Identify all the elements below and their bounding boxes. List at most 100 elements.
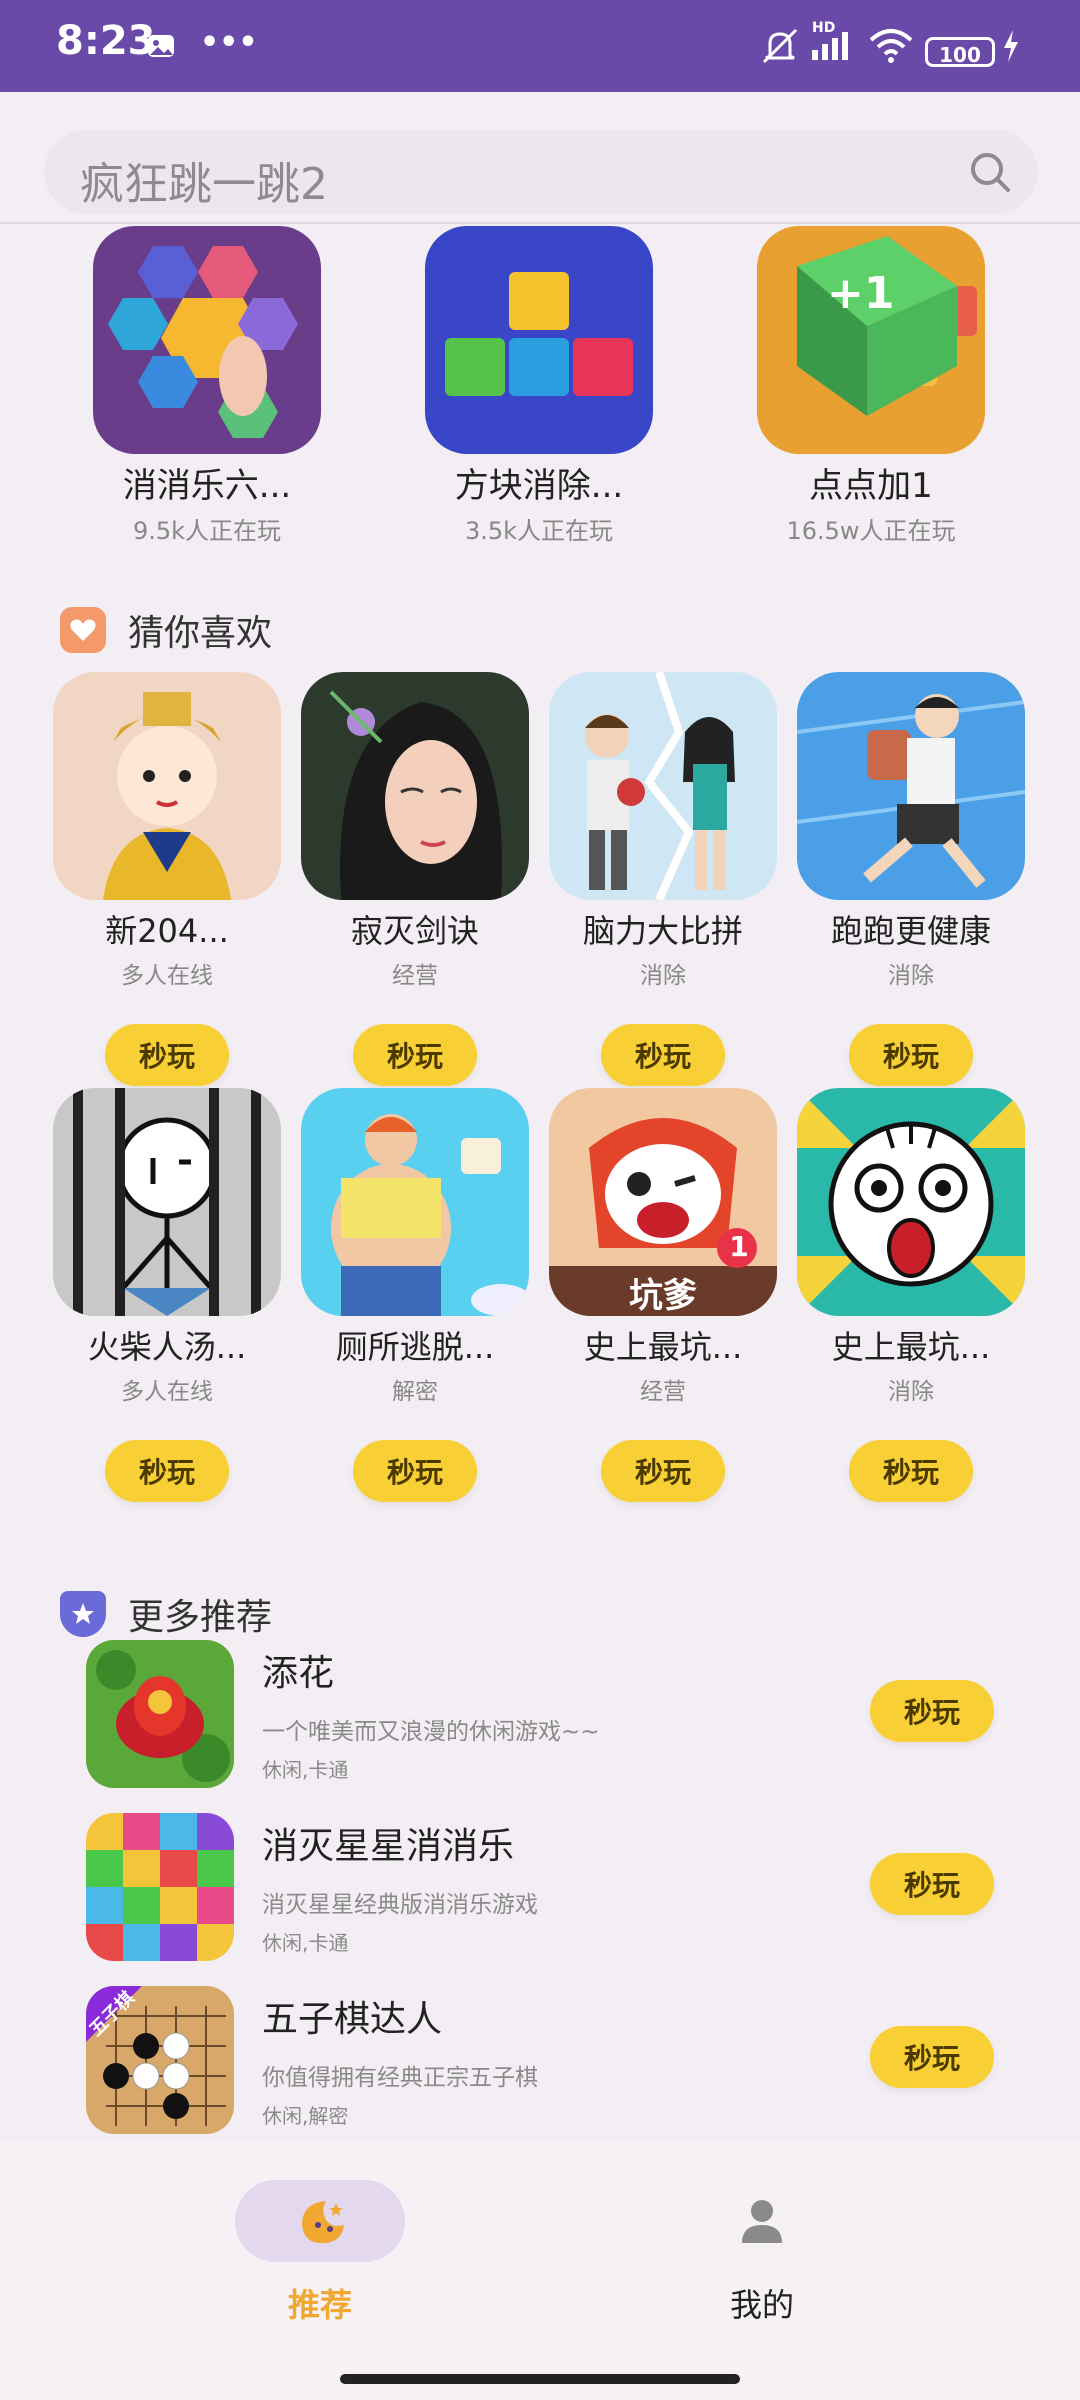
game-name: 史上最坑... — [583, 1328, 743, 1366]
game-icon-runner[interactable] — [797, 672, 1025, 900]
gallery-notification-icon — [146, 24, 176, 68]
game-card[interactable]: 厕所逃脱... 解密 秒玩 — [300, 1088, 530, 1502]
game-icon-gomoku[interactable]: 五子棋 — [86, 1986, 234, 2134]
tab-label: 我的 — [729, 2286, 794, 2324]
heart-icon — [60, 607, 106, 653]
game-card[interactable]: 脑力大比拼 消除 秒玩 — [548, 672, 778, 1086]
game-name: 火柴人汤... — [87, 1328, 247, 1366]
instant-play-button[interactable]: 秒玩 — [849, 1024, 973, 1086]
top-game-item[interactable]: 消消乐六... 9.5k人正在玩 — [92, 226, 322, 546]
star-badge-icon — [60, 1591, 106, 1637]
mine-tab-area — [677, 2180, 847, 2262]
game-tag: 经营 — [392, 963, 438, 989]
charging-icon — [1002, 24, 1020, 68]
game-icon-palace-lady[interactable] — [53, 672, 281, 900]
game-icon-lion-dance[interactable]: 坑爹 1 — [549, 1088, 777, 1316]
game-tags: 休闲,解密 — [262, 2104, 349, 2128]
game-title: 五子棋达人 — [262, 1999, 443, 2040]
battery-indicator: 100 — [925, 37, 995, 67]
tab-recommend[interactable]: 推荐 — [210, 2180, 430, 2326]
game-name: 点点加1 — [809, 466, 933, 506]
mute-icon — [758, 24, 802, 68]
game-card[interactable]: 史上最坑... 消除 秒玩 — [796, 1088, 1026, 1502]
game-icon-blocks[interactable] — [425, 226, 653, 454]
game-tags: 休闲,卡通 — [262, 1758, 349, 1782]
game-description: 一个唯美而又浪漫的休闲游戏~~ — [262, 1719, 600, 1745]
more-notifications-icon: ••• — [200, 24, 258, 60]
game-icon-shocked-face[interactable] — [797, 1088, 1025, 1316]
list-item[interactable]: 消灭星星消消乐 消灭星星经典版消消乐游戏 休闲,卡通 秒玩 — [86, 1813, 1006, 1963]
game-name: 史上最坑... — [831, 1328, 991, 1366]
svg-text:+1: +1 — [827, 268, 894, 319]
instant-play-button[interactable]: 秒玩 — [849, 1440, 973, 1502]
game-icon-swordswoman[interactable] — [301, 672, 529, 900]
wifi-icon — [868, 24, 914, 68]
instant-play-button[interactable]: 秒玩 — [105, 1440, 229, 1502]
instant-play-button[interactable]: 秒玩 — [353, 1024, 477, 1086]
game-tag: 消除 — [640, 963, 686, 989]
instant-play-button[interactable]: 秒玩 — [870, 1680, 994, 1742]
game-players: 9.5k人正在玩 — [132, 517, 282, 545]
game-icon-couple[interactable] — [549, 672, 777, 900]
header-divider — [0, 222, 1080, 224]
game-description: 消灭星星经典版消消乐游戏 — [262, 1892, 538, 1918]
game-icon-pop-star[interactable] — [86, 1813, 234, 1961]
game-card[interactable]: 跑跑更健康 消除 秒玩 — [796, 672, 1026, 1086]
moon-face-icon — [302, 2201, 344, 2244]
signal-icon: HD — [810, 20, 860, 64]
search-bar[interactable]: 疯狂跳一跳2 — [44, 130, 1038, 214]
game-tag: 多人在线 — [121, 1379, 213, 1405]
game-description: 你值得拥有经典正宗五子棋 — [262, 2065, 538, 2091]
instant-play-button[interactable]: 秒玩 — [601, 1440, 725, 1502]
bottom-navigation: 推荐 我的 — [0, 2140, 1080, 2400]
search-icon[interactable] — [968, 150, 1012, 198]
list-item[interactable]: 添花 一个唯美而又浪漫的休闲游戏~~ 休闲,卡通 秒玩 — [86, 1640, 1006, 1790]
instant-play-button[interactable]: 秒玩 — [870, 1853, 994, 1915]
game-name: 厕所逃脱... — [335, 1328, 495, 1366]
game-name: 脑力大比拼 — [582, 912, 743, 950]
game-tag: 消除 — [888, 1379, 934, 1405]
game-icon-hex-1024[interactable] — [93, 226, 321, 454]
instant-play-button[interactable]: 秒玩 — [601, 1024, 725, 1086]
game-card[interactable]: 新204... 多人在线 秒玩 — [52, 672, 282, 1086]
game-tag: 多人在线 — [121, 963, 213, 989]
network-type-label: HD — [812, 20, 836, 36]
game-name: 新204... — [105, 912, 229, 950]
top-game-item[interactable]: 方块消除... 3.5k人正在玩 — [424, 226, 654, 546]
game-name: 寂灭剑诀 — [350, 912, 479, 950]
status-time: 8:23 — [56, 18, 156, 64]
top-game-item[interactable]: +1 点点加1 16.5w人正在玩 — [756, 226, 986, 546]
instant-play-button[interactable]: 秒玩 — [353, 1440, 477, 1502]
tab-mine[interactable]: 我的 — [652, 2180, 872, 2326]
guess-section-header: 猜你喜欢 — [60, 604, 272, 656]
instant-play-button[interactable]: 秒玩 — [870, 2026, 994, 2088]
section-title: 猜你喜欢 — [128, 613, 273, 654]
game-card[interactable]: 坑爹 1 史上最坑... 经营 秒玩 — [548, 1088, 778, 1502]
game-card[interactable]: 火柴人汤... 多人在线 秒玩 — [52, 1088, 282, 1502]
game-players: 16.5w人正在玩 — [786, 517, 956, 545]
home-indicator[interactable] — [340, 2374, 740, 2384]
game-icon-caption: 坑爹 — [629, 1276, 697, 1316]
game-icon-flower[interactable] — [86, 1640, 234, 1788]
user-icon — [742, 2200, 782, 2243]
game-title: 消灭星星消消乐 — [262, 1826, 515, 1867]
notification-badge: 1 — [729, 1230, 749, 1263]
game-name: 消消乐六... — [122, 466, 292, 506]
status-bar: 8:23 ••• HD 100 — [0, 0, 1080, 92]
game-name: 跑跑更健康 — [830, 912, 991, 950]
instant-play-button[interactable]: 秒玩 — [105, 1024, 229, 1086]
game-title: 添花 — [262, 1653, 335, 1694]
tab-label: 推荐 — [287, 2286, 352, 2324]
game-name: 方块消除... — [454, 466, 624, 506]
game-tag: 经营 — [640, 1379, 686, 1405]
game-players: 3.5k人正在玩 — [464, 517, 614, 545]
game-card[interactable]: 寂灭剑诀 经营 秒玩 — [300, 672, 530, 1086]
recommend-tab-highlight — [235, 2180, 405, 2262]
game-icon-plus-one[interactable]: +1 — [757, 226, 985, 454]
game-icon-toilet-escape[interactable] — [301, 1088, 529, 1316]
game-tags: 休闲,卡通 — [262, 1931, 349, 1955]
list-item[interactable]: 五子棋 五子棋达人 你值得拥有经典正宗五子棋 休闲,解密 秒玩 — [86, 1986, 1006, 2136]
game-tag: 消除 — [888, 963, 934, 989]
search-input[interactable]: 疯狂跳一跳2 — [80, 148, 328, 212]
game-icon-stickman-jail[interactable] — [53, 1088, 281, 1316]
